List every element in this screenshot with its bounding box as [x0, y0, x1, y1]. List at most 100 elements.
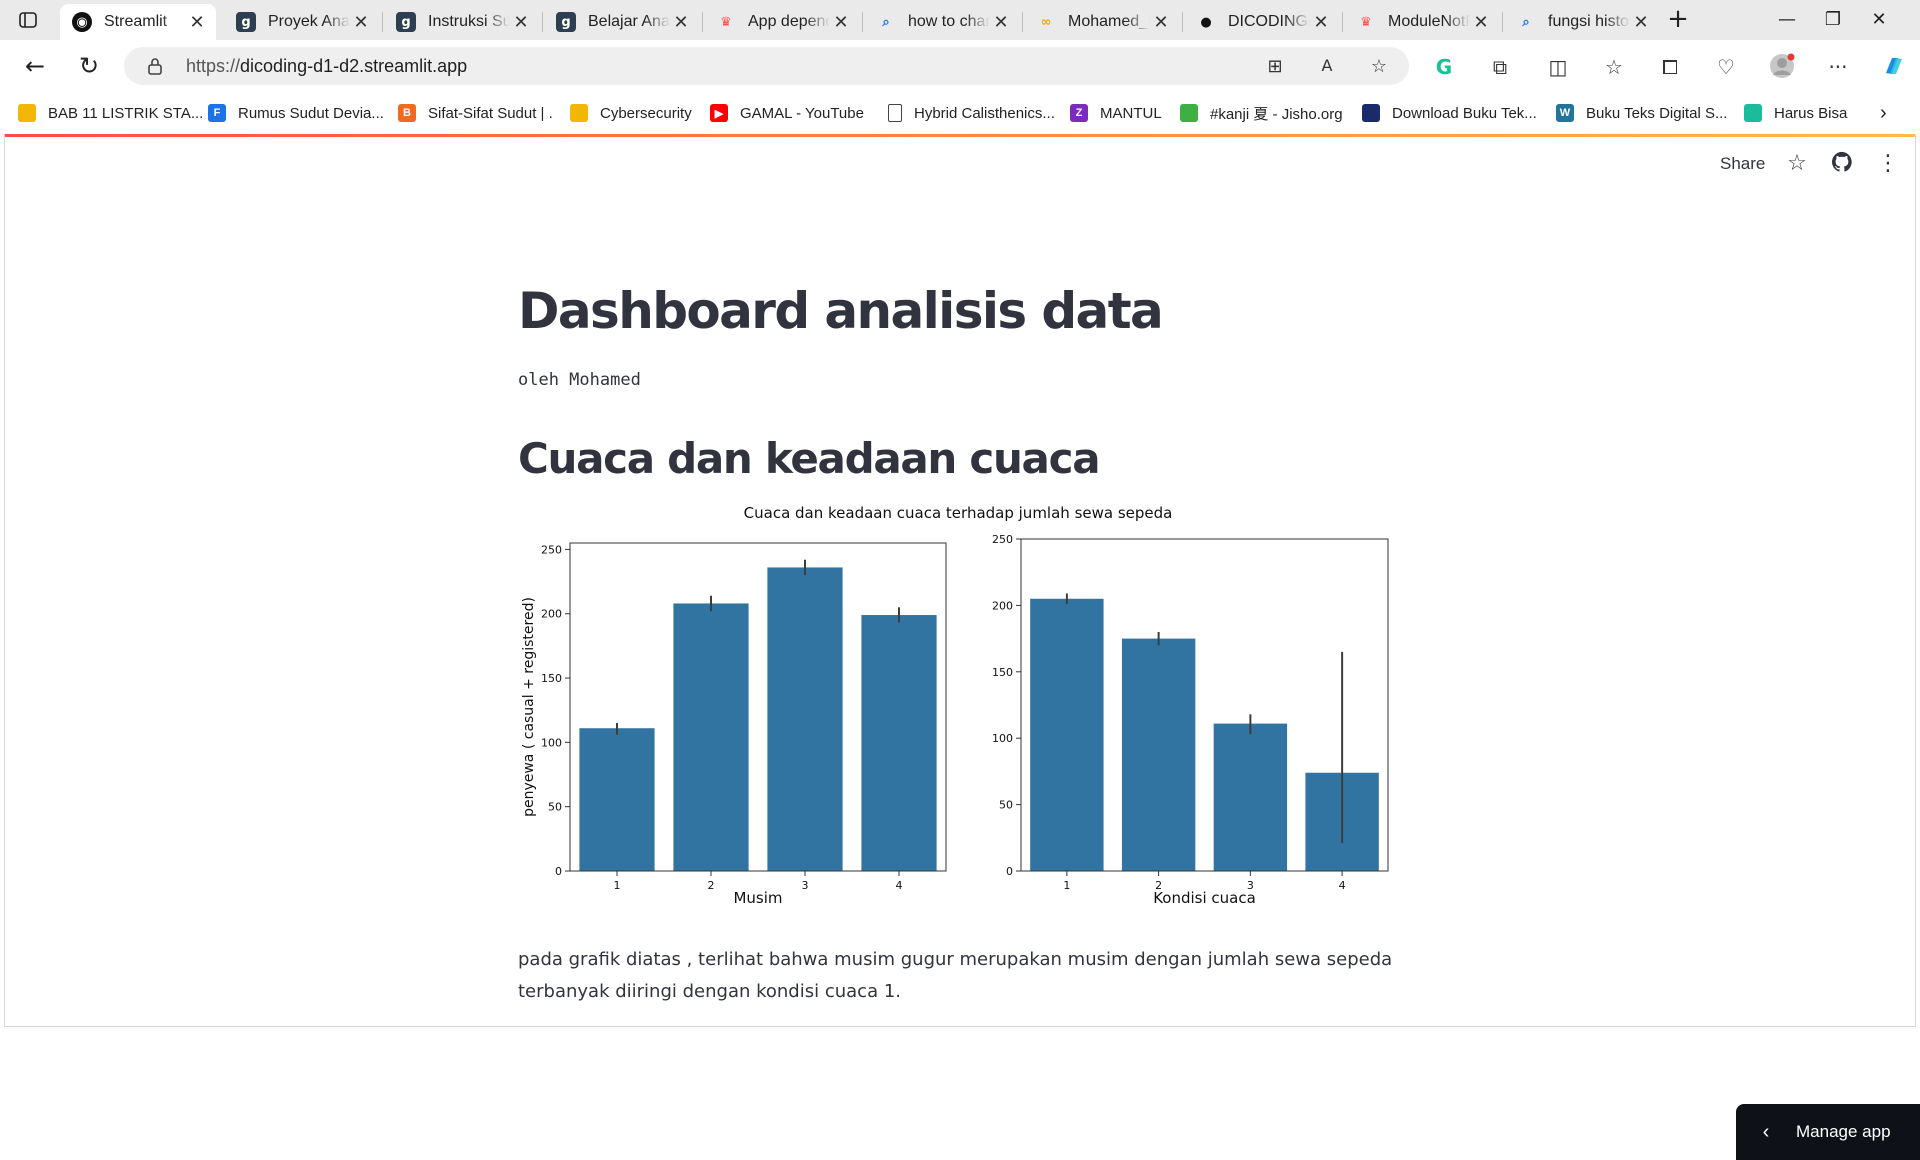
streamlit-crown-icon: ♛ — [1360, 14, 1372, 30]
tab-separator — [1022, 12, 1023, 32]
tab-actions-icon[interactable] — [16, 9, 40, 31]
tab-close-icon[interactable]: ✕ — [670, 12, 692, 33]
browser-tab[interactable]: ⌕ how to change✕ — [864, 4, 1020, 40]
y-axis-label: penyewa ( casual + registered) — [521, 597, 537, 817]
bookmarks-overflow-chevron-icon[interactable]: › — [1880, 102, 1887, 124]
extensions-icon[interactable]: ⧉ — [1486, 53, 1514, 81]
bookmark-item[interactable]: W Buku Teks Digital S... — [1556, 102, 1727, 124]
bookmark-item[interactable]: B Sifat-Sifat Sudut | . — [398, 102, 553, 124]
y-tick-label: 100 — [992, 732, 1013, 745]
tab-title: DICODING/ — [1228, 13, 1310, 30]
share-button[interactable]: Share — [1720, 154, 1765, 174]
chevron-left-icon: ‹ — [1762, 1120, 1770, 1143]
star-icon[interactable]: ☆ — [1784, 151, 1810, 177]
main-menu-kebab-icon[interactable]: ⋮ — [1875, 151, 1901, 177]
bookmark-item[interactable]: Hybrid Calisthenics... — [888, 102, 1055, 124]
bookmark-favicon-icon — [1744, 104, 1762, 122]
author-byline: oleh Mohamed — [518, 370, 641, 390]
browser-tab[interactable]: ◉ Streamlit ✕ — [60, 4, 216, 40]
bookmark-favicon-icon — [570, 104, 588, 122]
minimize-button[interactable]: — — [1764, 6, 1810, 34]
app-available-icon[interactable]: ⊞ — [1264, 56, 1286, 78]
back-arrow-icon[interactable]: ← — [18, 50, 52, 84]
tab-separator — [1342, 12, 1343, 32]
tab-title: Belajar Analisis Data — [588, 13, 670, 30]
bookmark-item[interactable]: ▶ GAMAL - YouTube — [710, 102, 864, 124]
bookmark-item[interactable]: Harus Bisa — [1744, 102, 1847, 124]
bookmark-label: Buku Teks Digital S... — [1586, 104, 1728, 122]
bookmark-item[interactable]: Z MANTUL — [1070, 102, 1162, 124]
browser-tab[interactable]: ♛ App dependencies✕ — [704, 4, 860, 40]
browser-tab[interactable]: ⌕ fungsi histogram✕ — [1504, 4, 1660, 40]
tab-close-icon[interactable]: ✕ — [510, 12, 532, 33]
profile-avatar[interactable] — [1768, 53, 1796, 81]
section-heading: Cuaca dan keadaan cuaca — [518, 434, 1101, 483]
tab-close-icon[interactable]: ✕ — [1470, 12, 1492, 33]
bookmark-item[interactable]: BAB 11 LISTRIK STA... — [18, 102, 203, 124]
dicoding-icon: g — [396, 12, 416, 32]
bookmark-favicon-icon: B — [398, 104, 416, 122]
tab-close-icon[interactable]: ✕ — [350, 12, 372, 33]
bar-2-3 — [1213, 723, 1288, 871]
tab-separator — [542, 12, 543, 32]
browser-tab[interactable]: g Instruksi Submission✕ — [384, 4, 540, 40]
tab-title: fungsi histogram — [1548, 13, 1630, 30]
bookmark-item[interactable]: #kanji 夏 - Jisho.org — [1180, 102, 1343, 124]
tab-close-icon[interactable]: ✕ — [186, 12, 208, 33]
y-tick-label: 50 — [548, 801, 562, 814]
tab-separator — [862, 12, 863, 32]
browser-tab[interactable]: ∞ Mohamed_Dicoding✕ — [1024, 4, 1180, 40]
grammarly-icon[interactable]: G — [1430, 53, 1458, 81]
x-tick-label: 2 — [708, 879, 715, 892]
collections-icon[interactable]: ⧠ — [1656, 53, 1684, 81]
bar-2-1 — [1030, 598, 1104, 871]
new-tab-button[interactable]: + — [1663, 6, 1693, 34]
y-tick-label: 150 — [541, 672, 562, 685]
streamlit-crown-icon: ♛ — [720, 14, 732, 30]
favorites-icon[interactable]: ☆ — [1600, 53, 1628, 81]
browser-tab[interactable]: ● DICODING/✕ — [1184, 4, 1340, 40]
refresh-icon[interactable]: ↻ — [72, 50, 106, 84]
performance-heart-icon[interactable]: ♡ — [1712, 53, 1740, 81]
copilot-icon[interactable] — [1880, 53, 1908, 81]
restore-button[interactable]: ❐ — [1810, 6, 1856, 34]
bookmark-item[interactable]: F Rumus Sudut Devia... — [208, 102, 384, 124]
browser-tab[interactable]: g Belajar Analisis Data✕ — [544, 4, 700, 40]
bookmark-item[interactable]: Cybersecurity — [570, 102, 692, 124]
search-icon: ⌕ — [1522, 14, 1530, 30]
browser-toolbar: ← ↻ https://dicoding-d1-d2.streamlit.app… — [0, 40, 1920, 92]
y-tick-label: 0 — [1006, 865, 1013, 878]
browser-tab[interactable]: ♛ ModuleNotFoundError✕ — [1344, 4, 1500, 40]
bookmark-favicon-icon: F — [208, 104, 226, 122]
bookmark-item[interactable]: Download Buku Tek... — [1362, 102, 1537, 124]
bookmark-favicon-icon: W — [1556, 104, 1574, 122]
tab-title: Mohamed_Dicoding — [1068, 13, 1150, 30]
y-tick-label: 0 — [555, 865, 562, 878]
browser-tab[interactable]: g Proyek Analisis Data✕ — [224, 4, 380, 40]
split-screen-icon[interactable]: ◫ — [1544, 53, 1572, 81]
read-aloud-icon[interactable]: A — [1316, 56, 1338, 78]
tab-close-icon[interactable]: ✕ — [1630, 12, 1652, 33]
lock-icon[interactable] — [146, 56, 164, 76]
y-tick-label: 250 — [541, 543, 562, 556]
x-axis-label: Kondisi cuaca — [1153, 889, 1256, 907]
bookmark-favicon-icon: Z — [1070, 104, 1088, 122]
tab-close-icon[interactable]: ✕ — [1310, 12, 1332, 33]
url-text[interactable]: https://dicoding-d1-d2.streamlit.app — [186, 56, 467, 77]
bookmark-label: Hybrid Calisthenics... — [914, 104, 1055, 122]
tab-close-icon[interactable]: ✕ — [830, 12, 852, 33]
more-menu-icon[interactable]: ··· — [1824, 53, 1852, 81]
manage-app-button[interactable]: ‹ Manage app — [1736, 1104, 1920, 1160]
bar-1-1 — [579, 728, 655, 871]
bookmark-favicon-icon — [18, 104, 36, 122]
favorite-star-icon[interactable]: ☆ — [1368, 56, 1390, 78]
close-window-button[interactable]: ✕ — [1856, 6, 1902, 34]
github-icon[interactable] — [1829, 151, 1855, 177]
y-tick-label: 200 — [992, 599, 1013, 612]
tab-title: App dependencies — [748, 13, 830, 30]
tab-close-icon[interactable]: ✕ — [1150, 12, 1172, 33]
tab-close-icon[interactable]: ✕ — [990, 12, 1012, 33]
dicoding-icon: g — [236, 12, 256, 32]
address-bar[interactable]: https://dicoding-d1-d2.streamlit.app ⊞ A… — [124, 47, 1409, 85]
search-icon: ⌕ — [882, 14, 890, 30]
